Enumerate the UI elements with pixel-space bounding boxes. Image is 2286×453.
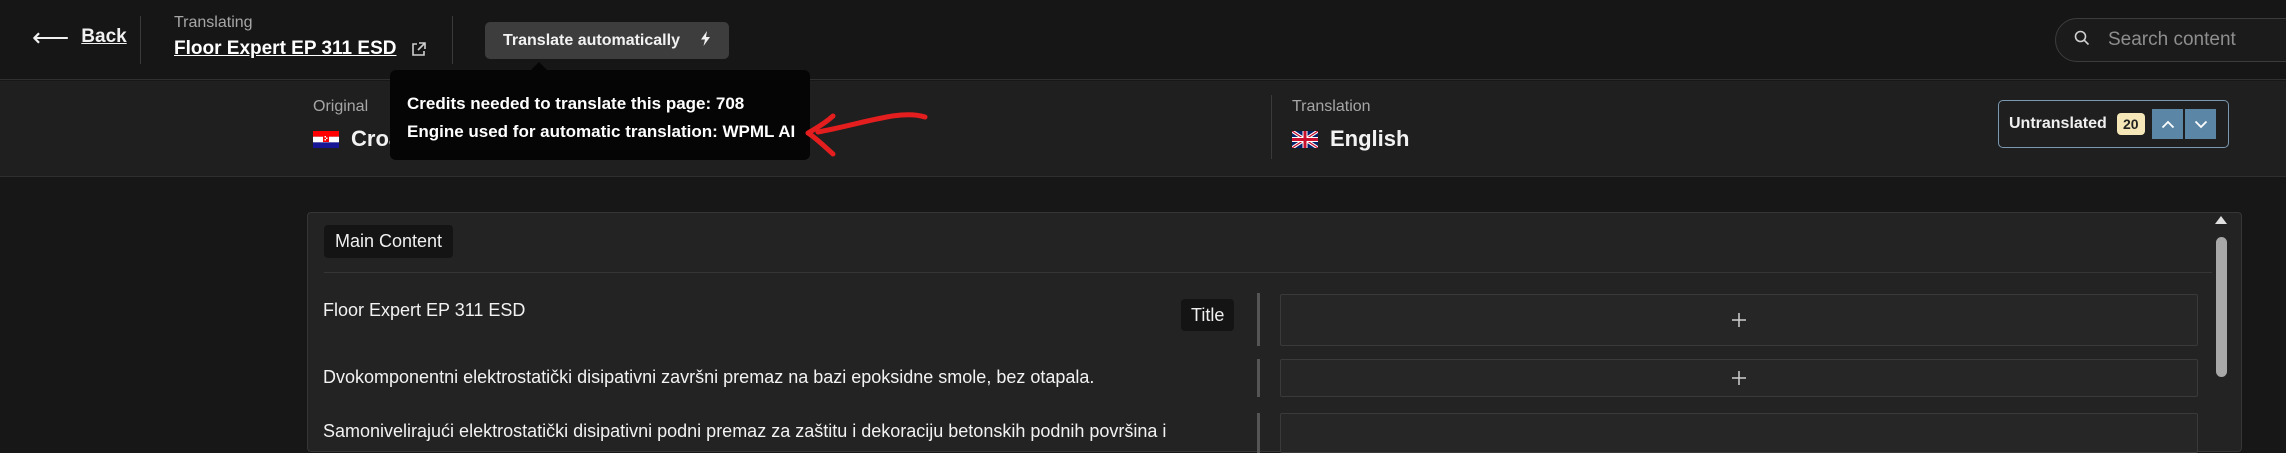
page-title-link[interactable]: Floor Expert EP 311 ESD <box>174 38 396 60</box>
credits-needed-text: Credits needed to translate this page: 7… <box>407 94 745 113</box>
vertical-scrollbar[interactable] <box>2211 212 2231 452</box>
search-icon <box>2074 30 2090 51</box>
section-title: Main Content <box>324 225 454 258</box>
add-translation-button[interactable] <box>1280 294 2198 346</box>
add-translation-button[interactable] <box>1280 413 2198 453</box>
back-button[interactable]: ⟵ Back <box>32 22 127 52</box>
back-label: Back <box>81 26 127 47</box>
divider <box>140 16 141 64</box>
translating-label: Translating <box>174 14 253 31</box>
column-separator <box>1257 359 1260 397</box>
source-segment[interactable]: Samonivelirajući elektrostatički disipat… <box>323 421 1166 442</box>
annotation-arrow-icon <box>805 112 928 157</box>
previous-untranslated-button[interactable] <box>2152 109 2183 139</box>
source-segment[interactable]: Dvokomponentni elektrostatički disipativ… <box>323 367 1094 388</box>
translate-automatically-button[interactable]: Translate automatically <box>485 22 729 59</box>
untranslated-filter[interactable]: Untranslated 20 <box>1998 100 2229 148</box>
plus-icon <box>1732 313 1746 327</box>
top-bar: ⟵ Back Translating Floor Expert EP 311 E… <box>0 0 2286 80</box>
content-panel: Main Content Floor Expert EP 311 ESD Tit… <box>307 212 2242 453</box>
scrollbar-thumb[interactable] <box>2216 237 2227 377</box>
divider <box>452 16 453 64</box>
chevron-down-icon <box>2194 120 2207 128</box>
language-bar: Original Croatian Translation <box>0 81 2286 177</box>
column-separator <box>1257 293 1260 346</box>
uk-flag-icon <box>1292 130 1318 148</box>
auto-translate-tooltip: Credits needed to translate this page: 7… <box>390 62 810 160</box>
scroll-up-icon[interactable] <box>2214 214 2228 226</box>
untranslated-count-badge: 20 <box>2116 113 2145 135</box>
column-separator <box>1257 413 1260 453</box>
segment-type-tag: Title <box>1181 299 1235 331</box>
search-input[interactable] <box>2106 28 2286 52</box>
plus-icon <box>1732 371 1746 385</box>
engine-used-text: Engine used for automatic translation: W… <box>407 122 796 141</box>
translating-info: Translating Floor Expert EP 311 ESD <box>174 14 427 60</box>
next-untranslated-button[interactable] <box>2185 109 2216 139</box>
divider <box>324 272 2212 273</box>
external-link-icon[interactable] <box>410 41 427 58</box>
search-box[interactable] <box>2055 18 2286 62</box>
chevron-up-icon <box>2161 120 2174 128</box>
add-translation-button[interactable] <box>1280 359 2198 397</box>
croatia-flag-icon <box>313 130 339 148</box>
translation-language-name: English <box>1330 126 1410 151</box>
translation-language: Translation English <box>1292 98 1409 152</box>
untranslated-label: Untranslated <box>2009 115 2107 132</box>
translate-automatically-label: Translate automatically <box>503 31 680 49</box>
arrow-left-icon: ⟵ <box>32 22 70 52</box>
lightning-icon <box>700 30 711 51</box>
language-divider <box>1271 95 1272 159</box>
translation-label: Translation <box>1292 98 1371 115</box>
source-segment[interactable]: Floor Expert EP 311 ESD <box>323 300 525 321</box>
